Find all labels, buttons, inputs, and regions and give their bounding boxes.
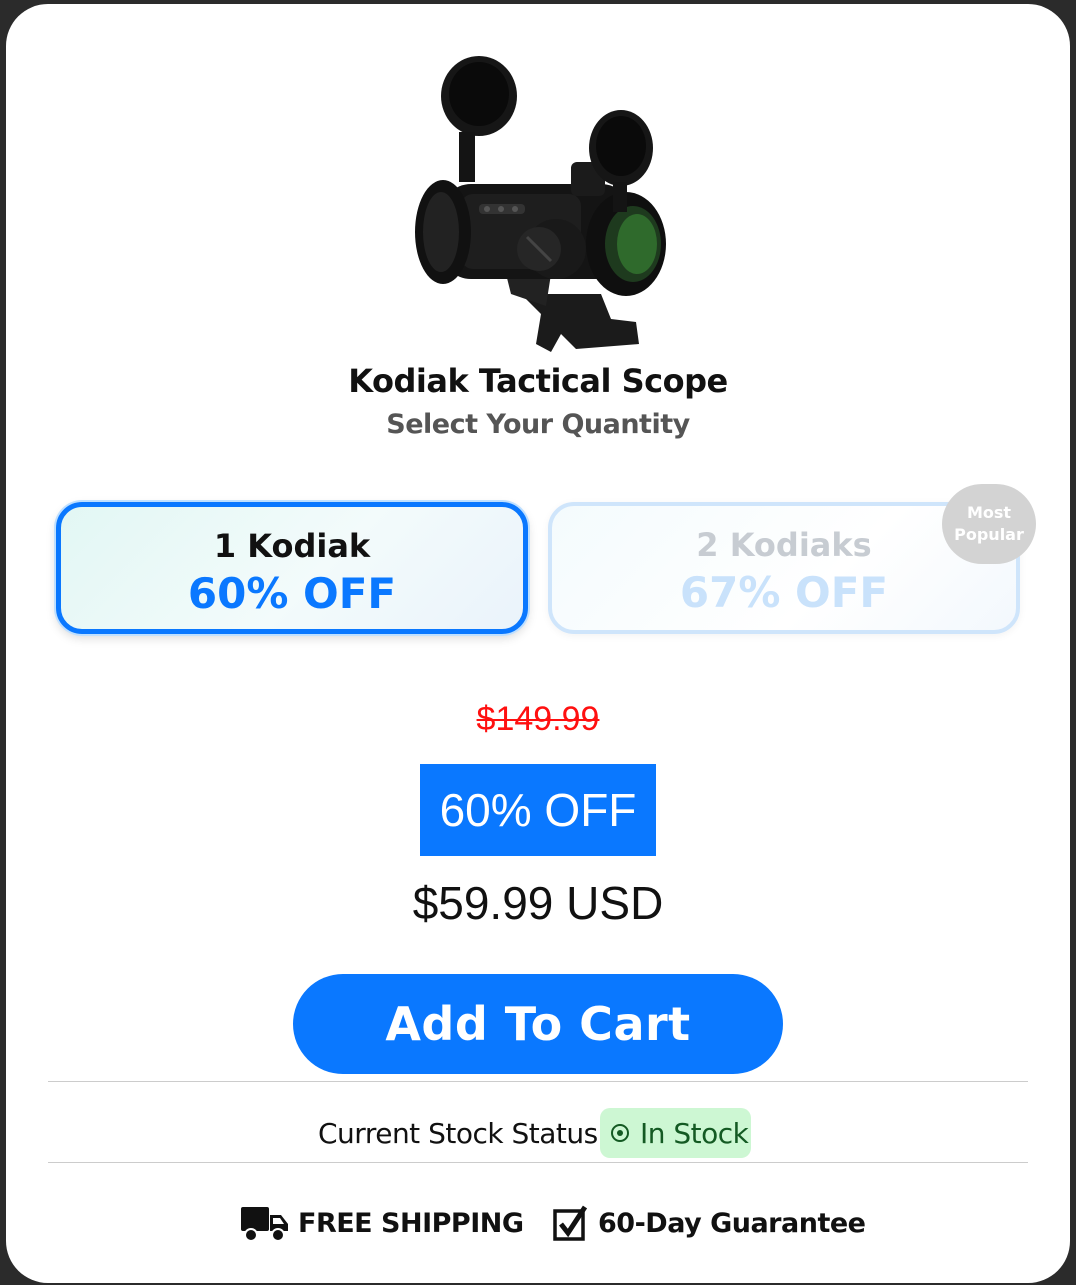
quantity-subtitle: Select Your Quantity bbox=[386, 409, 690, 440]
stock-status-badge: In Stock bbox=[600, 1108, 751, 1158]
badge-line-2: Popular bbox=[954, 525, 1024, 544]
old-price: $149.99 bbox=[476, 700, 600, 738]
badge-line-1: Most bbox=[966, 503, 1012, 522]
divider bbox=[48, 1162, 1028, 1163]
most-popular-badge: Most Popular bbox=[942, 484, 1036, 564]
divider bbox=[48, 1081, 1028, 1082]
scope-product-image bbox=[415, 56, 666, 352]
guarantee-label: 60-Day Guarantee bbox=[598, 1207, 866, 1239]
discount-label: 60% OFF bbox=[420, 764, 656, 856]
product-card: Kodiak Tactical Scope Select Your Quanti… bbox=[6, 4, 1070, 1283]
checkbox-icon bbox=[553, 1205, 588, 1241]
truck-icon bbox=[241, 1207, 288, 1242]
current-price: $59.99 USD bbox=[412, 877, 664, 929]
add-to-cart-button[interactable]: Add To Cart bbox=[293, 974, 783, 1074]
guarantee-feature: 60-Day Guarantee bbox=[552, 1202, 866, 1244]
option-1-kodiak[interactable]: 1 Kodiak 60% OFF bbox=[56, 502, 528, 634]
target-icon bbox=[611, 1124, 629, 1142]
product-title: Kodiak Tactical Scope bbox=[348, 362, 728, 400]
stock-status-text: In Stock bbox=[640, 1116, 749, 1150]
option-discount-label: 60% OFF bbox=[187, 569, 397, 618]
stock-status-label: Current Stock Status bbox=[318, 1117, 598, 1150]
option-discount-label: 67% OFF bbox=[679, 568, 889, 617]
free-shipping-feature: FREE SHIPPING bbox=[240, 1202, 524, 1244]
option-qty-label: 1 Kodiak bbox=[213, 527, 371, 565]
free-shipping-label: FREE SHIPPING bbox=[298, 1207, 524, 1239]
